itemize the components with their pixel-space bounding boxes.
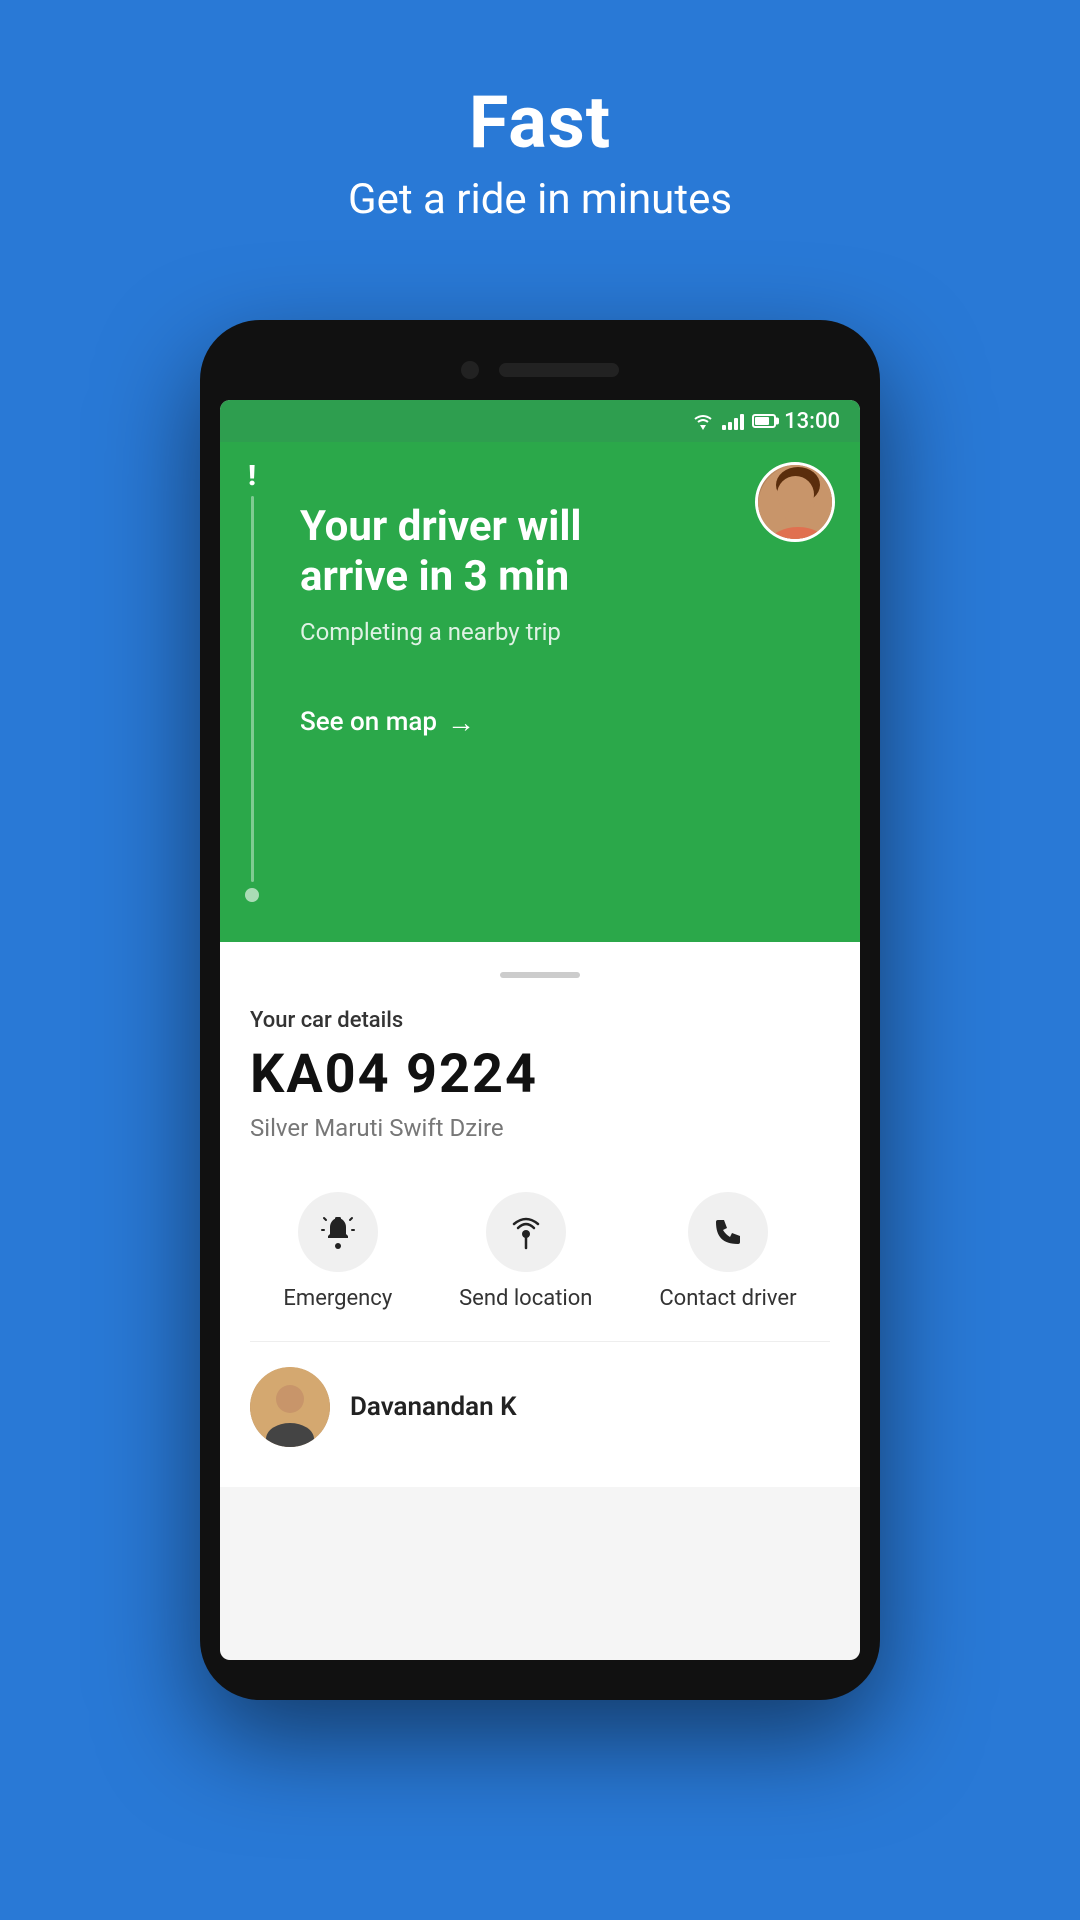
left-bar-line [251, 496, 254, 882]
battery-icon [752, 414, 776, 428]
see-on-map-button[interactable]: See on map → [300, 706, 830, 739]
drag-handle [500, 972, 580, 978]
left-bar: ! [245, 462, 259, 902]
signal-icon [722, 412, 744, 430]
car-model-text: Silver Maruti Swift Dzire [250, 1114, 830, 1142]
phone-top-bar [220, 340, 860, 400]
driver-avatar-image [758, 465, 832, 539]
driver-info: Your driver will arrive in 3 min Complet… [250, 502, 830, 739]
driver-avatar [755, 462, 835, 542]
arrival-subtitle: Completing a nearby trip [300, 618, 830, 646]
page-title: Fast [0, 80, 1080, 165]
front-camera [461, 361, 479, 379]
phone-mockup: 13:00 ! [200, 320, 880, 1700]
phone-screen: 13:00 ! [220, 400, 860, 1660]
send-location-label: Send location [459, 1286, 592, 1311]
emergency-button[interactable]: Emergency [283, 1192, 392, 1311]
bottom-driver-avatar [250, 1367, 330, 1447]
arrival-title: Your driver will arrive in 3 min [300, 502, 830, 603]
send-location-icon-circle [486, 1192, 566, 1272]
bottom-driver-row: Davanandan K [250, 1342, 830, 1457]
bottom-driver-face-svg [250, 1367, 330, 1447]
driver-face-svg [758, 465, 835, 542]
page-subtitle: Get a ride in minutes [0, 175, 1080, 224]
phone-speaker [499, 363, 619, 377]
emergency-label: Emergency [283, 1286, 392, 1311]
car-details-label: Your car details [250, 1008, 830, 1033]
arrow-right-icon: → [447, 706, 475, 739]
action-buttons-row: Emergency Send location [250, 1182, 830, 1342]
send-location-button[interactable]: Send location [459, 1192, 592, 1311]
contact-driver-button[interactable]: Contact driver [659, 1192, 796, 1311]
location-broadcast-icon [508, 1214, 544, 1250]
exclamation-mark: ! [248, 462, 256, 490]
phone-outer: 13:00 ! [200, 320, 880, 1700]
green-card: ! [220, 442, 860, 942]
emergency-icon-circle [298, 1192, 378, 1272]
car-plate-number: KA04 9224 [250, 1043, 830, 1106]
status-time: 13:00 [784, 409, 840, 434]
header-section: Fast Get a ride in minutes [0, 0, 1080, 264]
status-icons: 13:00 [692, 409, 840, 434]
see-on-map-label: See on map [300, 707, 437, 737]
bell-alert-icon [320, 1214, 356, 1250]
phone-icon [710, 1214, 746, 1250]
white-card: Your car details KA04 9224 Silver Maruti… [220, 942, 860, 1487]
bottom-driver-avatar-image [250, 1367, 330, 1447]
left-bar-dot [245, 888, 259, 902]
wifi-icon [692, 412, 714, 430]
driver-name: Davanandan K [350, 1392, 517, 1422]
contact-driver-label: Contact driver [659, 1286, 796, 1311]
contact-driver-icon-circle [688, 1192, 768, 1272]
status-bar: 13:00 [220, 400, 860, 442]
